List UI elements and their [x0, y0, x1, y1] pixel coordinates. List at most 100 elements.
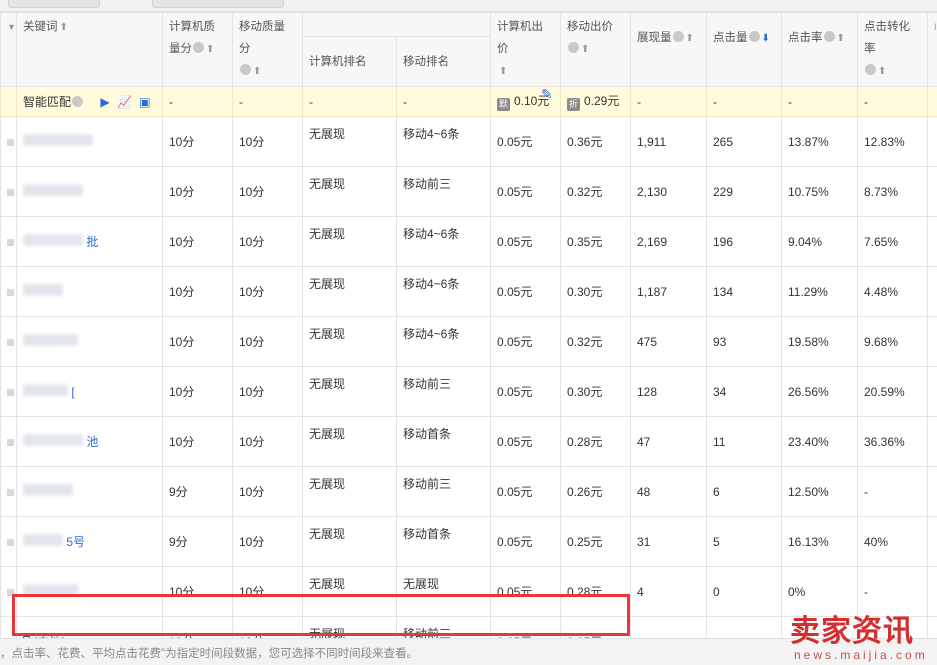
help-icon[interactable] — [193, 42, 204, 53]
col-keyword[interactable]: 关键词 ⬆ — [16, 12, 163, 87]
report-icon[interactable]: ▣ — [139, 95, 150, 109]
pc-rank-cell: 无展现 — [302, 166, 397, 217]
col-clicks[interactable]: 点击量 ⬇ — [706, 12, 782, 87]
keyword-link[interactable]: 5号 — [66, 535, 85, 549]
impressions-cell: 2,130 — [630, 166, 707, 217]
checkbox[interactable] — [7, 288, 14, 296]
checkbox[interactable] — [7, 188, 14, 196]
sort-arrow-icon[interactable]: ⬆ — [206, 39, 214, 61]
col-ctr[interactable]: 点击率 ⬆ — [781, 12, 858, 87]
help-icon[interactable] — [672, 31, 684, 42]
smart-mobile-bid[interactable]: 折 0.29元 — [560, 86, 631, 117]
impressions-cell: 2,169 — [630, 216, 707, 267]
mobile-quality-cell: 10分 — [232, 266, 303, 317]
help-icon[interactable] — [865, 64, 876, 75]
blurred-keyword — [23, 234, 83, 246]
conversion-cell: 20.59% — [857, 366, 928, 417]
checkbox[interactable] — [7, 438, 14, 446]
mobile-bid-cell[interactable]: 0.28元 — [560, 416, 631, 467]
col-pc-quality[interactable]: 计算机质量分 ⬆ — [162, 12, 233, 87]
table-row: 10分 10分 无展现 移动前三 0.05元 0.32元 2,130 229 10.75% 8.7… — [0, 166, 937, 217]
col-pc-bid[interactable]: 计算机出价 ⬆ — [490, 12, 561, 87]
pc-bid-cell[interactable]: 0.05元 — [490, 516, 561, 567]
conversion-cell: 36.36% — [857, 416, 928, 467]
col-pc-rank: 计算机排名 — [302, 36, 397, 87]
row-checkbox[interactable] — [0, 116, 17, 167]
col-mobile-quality[interactable]: 移动质量分 ⬆ — [232, 12, 303, 87]
pc-bid-cell[interactable]: 0.05元 — [490, 416, 561, 467]
checkbox[interactable] — [7, 488, 14, 496]
row-checkbox[interactable] — [0, 466, 17, 517]
keyword-link[interactable]: 池 — [86, 435, 98, 449]
help-icon[interactable] — [823, 31, 835, 42]
row-checkbox[interactable] — [0, 416, 17, 467]
play-icon[interactable]: ▶ — [100, 95, 109, 109]
pc-quality-cell: 10分 — [162, 166, 233, 217]
sort-arrow-icon[interactable]: ⬆ — [60, 17, 68, 39]
row-checkbox[interactable] — [0, 366, 17, 417]
smart-impressions: - — [630, 86, 707, 117]
pc-bid-cell[interactable]: 0.05元 — [490, 566, 561, 617]
pc-bid-cell[interactable]: 0.05元 — [490, 216, 561, 267]
pc-bid-cell[interactable]: 0.05元 — [490, 166, 561, 217]
pc-bid-cell[interactable]: 0.05元 — [490, 316, 561, 367]
checkbox[interactable] — [7, 138, 14, 146]
sort-arrow-icon[interactable]: ⬆ — [837, 17, 845, 61]
col-mobile-bid[interactable]: 移动出价 ⬆ — [560, 12, 631, 87]
row-checkbox[interactable] — [0, 166, 17, 217]
checkbox[interactable] — [7, 238, 14, 246]
mobile-quality-cell: 10分 — [232, 316, 303, 367]
sort-arrow-icon[interactable]: ⬆ — [878, 61, 886, 83]
row-checkbox[interactable] — [0, 566, 17, 617]
mobile-bid-cell[interactable]: 0.28元 — [560, 566, 631, 617]
help-icon[interactable] — [240, 64, 251, 75]
checkbox[interactable] — [7, 338, 14, 346]
mobile-rank-cell: 移动4~6条 — [396, 266, 491, 317]
sort-arrow-icon[interactable]: ⬆ — [253, 61, 261, 83]
table-row: 10分 10分 无展现 移动4~6条 0.05元 0.32元 475 93 19.58% 9.68… — [0, 316, 937, 367]
sort-arrow-icon[interactable]: ⬆ — [581, 39, 589, 61]
conversion-cell: 40% — [857, 516, 928, 567]
help-icon[interactable] — [568, 42, 579, 53]
checkbox[interactable] — [7, 588, 14, 596]
keyword-link[interactable]: 批 — [86, 235, 98, 249]
row-checkbox[interactable] — [0, 316, 17, 367]
row-checkbox[interactable] — [0, 266, 17, 317]
mobile-bid-cell[interactable]: 0.30元 — [560, 366, 631, 417]
mobile-bid-cell[interactable]: 0.30元 — [560, 266, 631, 317]
pc-bid-cell[interactable]: 0.05元 — [490, 116, 561, 167]
mobile-rank-cell: 移动前三 — [396, 466, 491, 517]
pc-bid-cell[interactable]: 0.05元 — [490, 466, 561, 517]
sort-arrow-icon[interactable]: ⬆ — [499, 61, 507, 83]
mobile-bid-cell[interactable]: 0.25元 — [560, 516, 631, 567]
pc-quality-cell: 9分 — [162, 466, 233, 517]
pc-bid-cell[interactable]: 0.05元 — [490, 266, 561, 317]
col-conversion[interactable]: 点击转化率 ⬆ — [857, 12, 928, 87]
keyword-link[interactable]: [ — [71, 385, 74, 399]
mobile-bid-cell[interactable]: 0.35元 — [560, 216, 631, 267]
trend-chart-icon[interactable]: 📈 — [117, 95, 132, 109]
blurred-keyword — [23, 484, 73, 496]
overflow-cell — [927, 416, 937, 467]
toolbar-button[interactable] — [8, 0, 100, 8]
row-checkbox[interactable] — [0, 86, 17, 117]
help-icon[interactable] — [748, 31, 760, 42]
pencil-edit-icon[interactable]: ✎ — [541, 86, 553, 103]
col-impressions[interactable]: 展现量 ⬆ — [630, 12, 707, 87]
toolbar-button[interactable] — [152, 0, 284, 8]
checkbox[interactable] — [7, 388, 14, 396]
row-checkbox[interactable] — [0, 216, 17, 267]
row-checkbox[interactable] — [0, 516, 17, 567]
help-icon[interactable] — [72, 96, 84, 107]
pc-quality-cell: 10分 — [162, 216, 233, 267]
table-row: [10分 10分 无展现 移动前三 0.05元 0.30元 128 34 26.56% 20.59… — [0, 366, 937, 417]
sort-arrow-icon[interactable]: ⬆ — [686, 17, 694, 61]
pc-bid-cell[interactable]: 0.05元 — [490, 366, 561, 417]
mobile-bid-cell[interactable]: 0.32元 — [560, 166, 631, 217]
checkbox[interactable] — [7, 538, 14, 546]
mobile-bid-cell[interactable]: 0.32元 — [560, 316, 631, 367]
pc-rank-cell: 无展现 — [302, 516, 397, 567]
mobile-bid-cell[interactable]: 0.26元 — [560, 466, 631, 517]
sort-arrow-down-icon[interactable]: ⬇ — [762, 17, 770, 61]
mobile-bid-cell[interactable]: 0.36元 — [560, 116, 631, 167]
